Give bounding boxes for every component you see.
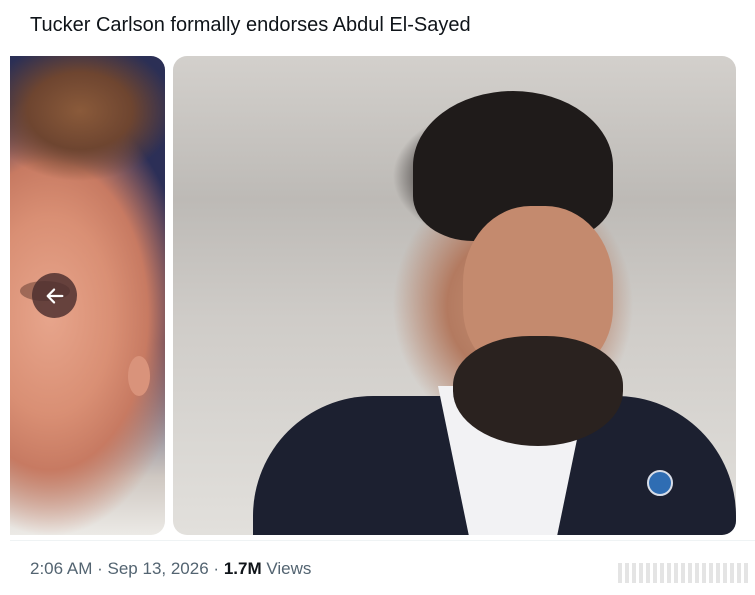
- separator: ·: [97, 559, 103, 578]
- tweet-date[interactable]: Sep 13, 2026: [108, 559, 209, 578]
- separator: ·: [213, 559, 220, 578]
- arrow-left-icon: [46, 287, 63, 304]
- lapel-pin: [647, 470, 673, 496]
- tweet-text: Tucker Carlson formally endorses Abdul E…: [30, 14, 471, 36]
- previous-media-button[interactable]: [32, 273, 77, 318]
- views-count: 1.7M: [223, 559, 262, 578]
- media-image-right[interactable]: [173, 56, 736, 535]
- tweet-meta: 2:06 AM · Sep 13, 2026 · 1.7M Views: [30, 558, 311, 580]
- beard-shape: [453, 336, 623, 446]
- tweet-time[interactable]: 2:06 AM: [30, 559, 92, 578]
- watermark: [618, 563, 748, 583]
- views-label: Views: [266, 559, 312, 578]
- divider: [10, 540, 755, 541]
- ear-shape: [128, 356, 150, 396]
